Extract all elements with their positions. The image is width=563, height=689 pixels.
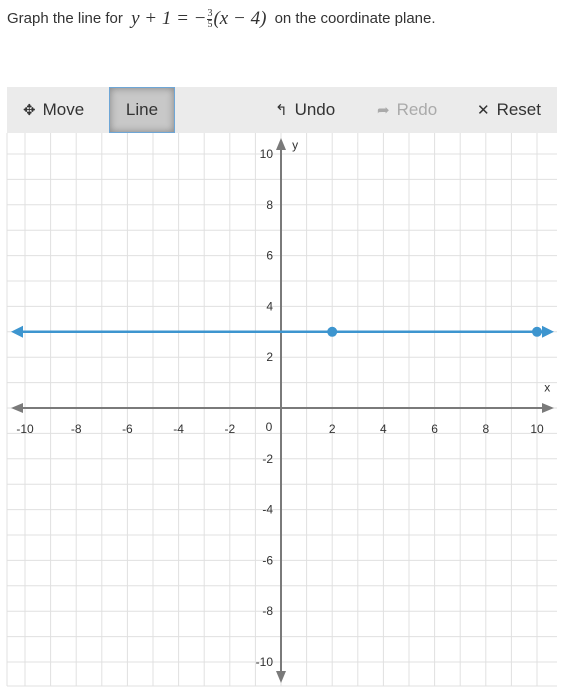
x-axis-right-arrow <box>542 403 554 413</box>
x-axis-left-arrow <box>11 403 23 413</box>
y-tick-label: -6 <box>262 553 273 567</box>
y-tick-label: 2 <box>266 350 273 364</box>
x-tick-label: 2 <box>329 422 336 436</box>
line-left-arrow <box>11 325 23 338</box>
line-point[interactable] <box>532 326 542 337</box>
y-tick-label: 6 <box>266 249 273 263</box>
y-axis-label: y <box>292 138 298 152</box>
x-tick-label: 10 <box>530 422 544 436</box>
y-tick-label: -2 <box>262 452 273 466</box>
x-tick-label: -8 <box>71 422 82 436</box>
x-tick-label: 8 <box>482 422 489 436</box>
line-right-arrow <box>542 325 554 338</box>
x-tick-label: 6 <box>431 422 438 436</box>
x-tick-label: -4 <box>173 422 184 436</box>
y-axis-up-arrow <box>276 138 286 150</box>
x-tick-label: 4 <box>380 422 387 436</box>
y-tick-label: -4 <box>262 503 273 517</box>
x-tick-label: -6 <box>122 422 133 436</box>
y-tick-label: -8 <box>262 604 273 618</box>
x-tick-label: -10 <box>16 422 34 436</box>
y-tick-label: 4 <box>266 299 273 313</box>
y-tick-label: 10 <box>260 147 274 161</box>
y-tick-label: 8 <box>266 198 273 212</box>
y-axis-down-arrow <box>276 671 286 683</box>
coordinate-plane[interactable]: x y 0 -10 -8 -6 -4 -2 2 4 6 8 10 10 8 6 4 2 -2 -4 -6 -8 -10 <box>0 0 563 689</box>
y-tick-label: -10 <box>256 655 274 669</box>
origin-label: 0 <box>266 420 273 434</box>
line-point[interactable] <box>327 326 338 337</box>
x-axis-label: x <box>544 380 550 394</box>
x-tick-label: -2 <box>224 422 235 436</box>
